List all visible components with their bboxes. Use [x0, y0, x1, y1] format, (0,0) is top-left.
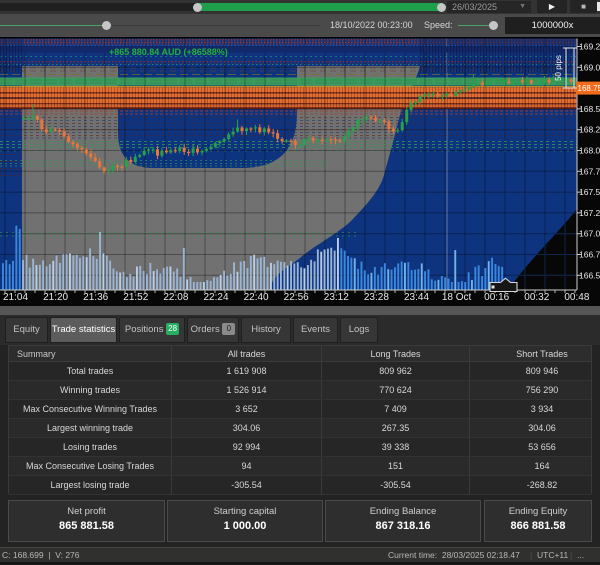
svg-text:169.25: 169.25	[579, 42, 600, 52]
svg-text:23:12: 23:12	[324, 292, 349, 303]
svg-text:22:40: 22:40	[244, 292, 269, 303]
svg-text:00:16: 00:16	[484, 292, 509, 303]
svg-text:50 pips: 50 pips	[554, 55, 563, 81]
svg-text:168.50: 168.50	[579, 104, 600, 114]
svg-text:23:44: 23:44	[404, 292, 429, 303]
svg-text:22:08: 22:08	[163, 292, 188, 303]
svg-text:21:04: 21:04	[3, 292, 28, 303]
svg-text:168.00: 168.00	[579, 146, 600, 156]
svg-text:00:32: 00:32	[524, 292, 549, 303]
svg-text:167.75: 167.75	[579, 166, 600, 176]
svg-text:00:48: 00:48	[564, 292, 589, 303]
svg-text:168.75: 168.75	[578, 84, 600, 93]
svg-text:168.25: 168.25	[579, 125, 600, 135]
svg-text:22:56: 22:56	[284, 292, 309, 303]
svg-text:21:36: 21:36	[83, 292, 108, 303]
svg-text:+865 880.84 AUD (+86588%): +865 880.84 AUD (+86588%)	[109, 47, 228, 57]
svg-text:21:20: 21:20	[43, 292, 68, 303]
svg-text:23:28: 23:28	[364, 292, 389, 303]
svg-text:21:52: 21:52	[123, 292, 148, 303]
svg-text:18 Oct: 18 Oct	[442, 292, 472, 303]
svg-text:167.00: 167.00	[579, 229, 600, 239]
svg-text:166.50: 166.50	[579, 270, 600, 280]
svg-text:167.25: 167.25	[579, 208, 600, 218]
svg-text:166.75: 166.75	[579, 250, 600, 260]
svg-text:169.00: 169.00	[579, 62, 600, 72]
svg-text:22:24: 22:24	[203, 292, 228, 303]
svg-text:167.50: 167.50	[579, 187, 600, 197]
